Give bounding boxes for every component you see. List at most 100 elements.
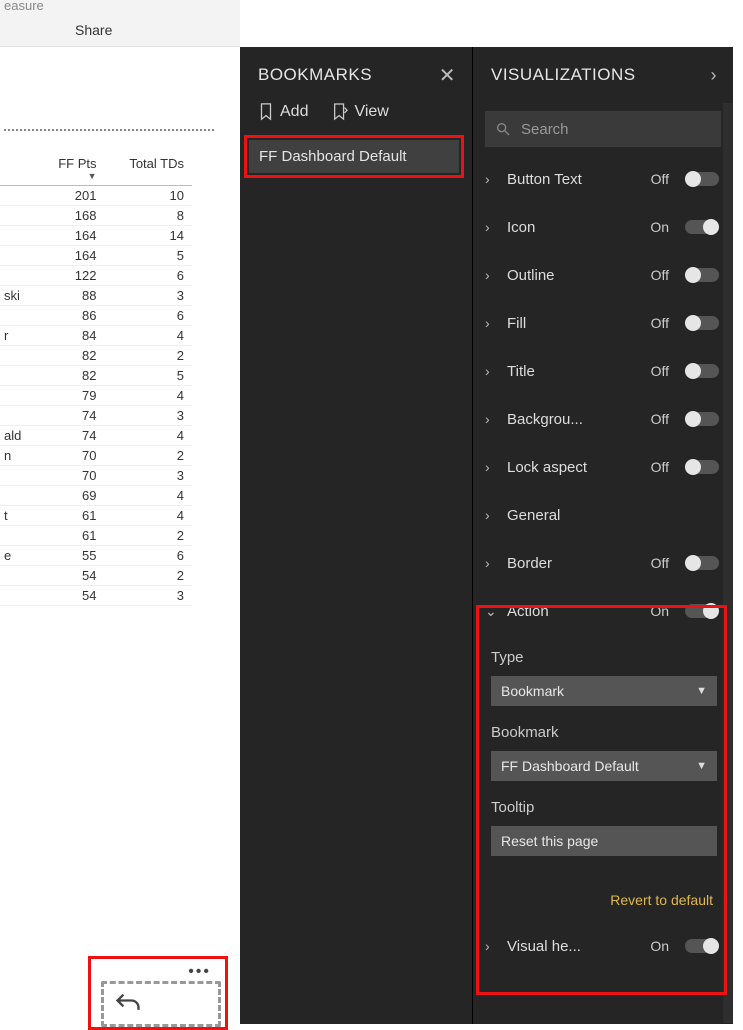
property-visualheader-row[interactable]: › Visual he... On: [473, 922, 733, 970]
property-row[interactable]: ›TitleOff: [473, 347, 733, 395]
chevron-right-icon: ›: [485, 459, 499, 475]
table-cell: 4: [104, 426, 192, 446]
table-cell: 164: [39, 226, 105, 246]
property-row[interactable]: ›Backgrou...Off: [473, 395, 733, 443]
action-type-value: Bookmark: [501, 683, 564, 699]
bookmark-add-icon: [258, 103, 274, 121]
table-row[interactable]: 825: [0, 366, 192, 386]
property-row[interactable]: ›BorderOff: [473, 539, 733, 587]
visual-more-icon[interactable]: •••: [188, 963, 211, 981]
property-row[interactable]: ›IconOn: [473, 203, 733, 251]
ribbon-share-button[interactable]: Share: [75, 22, 112, 38]
bookmarks-panel: BOOKMARKS ✕ Add View FF Dashboard Defaul…: [240, 47, 473, 1024]
table-cell: 5: [104, 366, 192, 386]
table-cell: [0, 206, 39, 226]
canvas-area: FF Pts▼ Total TDs 2011016881641416451226…: [0, 47, 240, 1024]
table-header-empty[interactable]: [0, 152, 39, 186]
table-cell: t: [0, 506, 39, 526]
property-toggle[interactable]: [685, 172, 719, 186]
table-row[interactable]: 743: [0, 406, 192, 426]
table-row[interactable]: t614: [0, 506, 192, 526]
table-row[interactable]: n702: [0, 446, 192, 466]
chevron-right-icon[interactable]: ›: [711, 65, 718, 86]
property-row[interactable]: ›General: [473, 491, 733, 539]
property-toggle[interactable]: [685, 268, 719, 282]
property-label: Title: [507, 363, 633, 380]
bookmarks-view-button[interactable]: View: [332, 103, 388, 121]
property-visualheader-toggle[interactable]: [685, 939, 719, 953]
table-row[interactable]: 866: [0, 306, 192, 326]
property-state: Off: [641, 315, 669, 331]
table-cell: 164: [39, 246, 105, 266]
table-cell: ski: [0, 286, 39, 306]
table-cell: [0, 466, 39, 486]
bookmarks-add-button[interactable]: Add: [258, 103, 308, 121]
table-row[interactable]: 16414: [0, 226, 192, 246]
data-table: FF Pts▼ Total TDs 2011016881641416451226…: [0, 152, 192, 606]
property-toggle[interactable]: [685, 316, 719, 330]
action-bookmark-label: Bookmark: [491, 724, 717, 741]
bookmark-item[interactable]: FF Dashboard Default: [249, 140, 459, 173]
table-row[interactable]: r844: [0, 326, 192, 346]
property-row[interactable]: ›FillOff: [473, 299, 733, 347]
property-toggle[interactable]: [685, 412, 719, 426]
table-cell: [0, 226, 39, 246]
table-row[interactable]: ald744: [0, 426, 192, 446]
table-cell: 6: [104, 306, 192, 326]
action-type-dropdown[interactable]: Bookmark ▼: [491, 676, 717, 706]
table-row[interactable]: e556: [0, 546, 192, 566]
property-row[interactable]: ›Button TextOff: [473, 155, 733, 203]
table-cell: 70: [39, 466, 105, 486]
action-tooltip-input[interactable]: Reset this page: [491, 826, 717, 856]
table-header-totaltds[interactable]: Total TDs: [104, 152, 192, 186]
revert-to-default-link[interactable]: Revert to default: [491, 892, 717, 908]
property-visualheader-state: On: [641, 938, 669, 954]
table-row[interactable]: ski883: [0, 286, 192, 306]
property-state: Off: [641, 363, 669, 379]
dotted-divider: [4, 129, 214, 131]
reset-button-visual[interactable]: [101, 981, 221, 1027]
property-action-toggle[interactable]: [685, 604, 719, 618]
table-row[interactable]: 1645: [0, 246, 192, 266]
table-row[interactable]: 543: [0, 586, 192, 606]
table-row[interactable]: 612: [0, 526, 192, 546]
property-action-row[interactable]: ⌄ Action On: [473, 587, 733, 635]
property-toggle[interactable]: [685, 364, 719, 378]
property-toggle[interactable]: [685, 460, 719, 474]
chevron-right-icon: ›: [485, 938, 499, 954]
table-row[interactable]: 20110: [0, 186, 192, 206]
property-toggle[interactable]: [685, 556, 719, 570]
table-cell: 2: [104, 566, 192, 586]
table-row[interactable]: 694: [0, 486, 192, 506]
table-row[interactable]: 822: [0, 346, 192, 366]
side-panels: BOOKMARKS ✕ Add View FF Dashboard Defaul…: [240, 47, 743, 1024]
table-cell: 6: [104, 266, 192, 286]
action-tooltip-label: Tooltip: [491, 799, 717, 816]
action-bookmark-dropdown[interactable]: FF Dashboard Default ▼: [491, 751, 717, 781]
bookmarks-actions: Add View: [240, 103, 472, 135]
action-type-label: Type: [491, 649, 717, 666]
chevron-right-icon: ›: [485, 507, 499, 523]
caret-down-icon: ▼: [696, 685, 707, 697]
property-toggle[interactable]: [685, 220, 719, 234]
table-cell: 5: [104, 246, 192, 266]
table-row[interactable]: 1688: [0, 206, 192, 226]
chevron-down-icon: ⌄: [485, 603, 499, 620]
table-cell: 88: [39, 286, 105, 306]
table-row[interactable]: 542: [0, 566, 192, 586]
table-cell: [0, 486, 39, 506]
search-box[interactable]: [485, 111, 721, 147]
table-header-ffpts[interactable]: FF Pts▼: [39, 152, 105, 186]
right-edge-scrollbar[interactable]: [723, 103, 733, 1023]
table-cell: 82: [39, 346, 105, 366]
search-input[interactable]: [521, 121, 720, 138]
property-row[interactable]: ›Lock aspectOff: [473, 443, 733, 491]
property-label: Outline: [507, 267, 633, 284]
table-row[interactable]: 794: [0, 386, 192, 406]
highlight-bookmark-item: FF Dashboard Default: [244, 135, 464, 178]
property-row[interactable]: ›OutlineOff: [473, 251, 733, 299]
caret-down-icon: ▼: [696, 760, 707, 772]
close-icon[interactable]: ✕: [439, 63, 456, 88]
table-row[interactable]: 703: [0, 466, 192, 486]
table-row[interactable]: 1226: [0, 266, 192, 286]
